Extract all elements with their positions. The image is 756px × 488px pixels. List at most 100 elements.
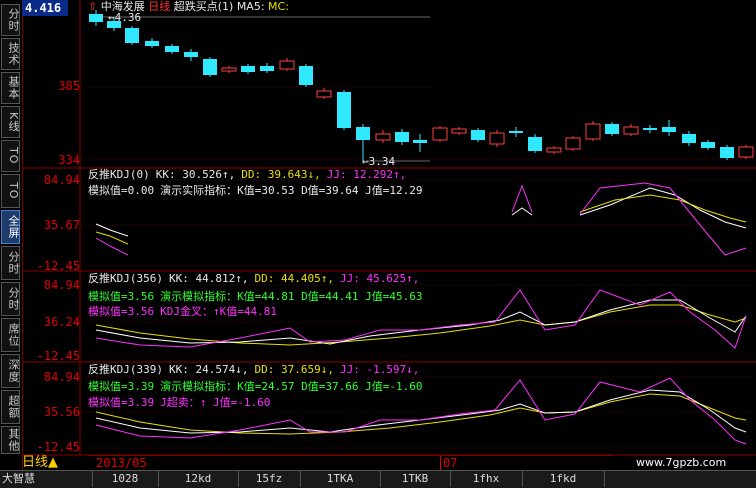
kdj-panel-1-header: 反推KDJ(0) KK: 30.526↑, DD: 39.643↓, JJ: 12.2… <box>88 168 412 181</box>
candle-body <box>471 130 485 140</box>
candlestick-series <box>89 10 754 162</box>
left-tab-7[interactable]: 全屏 <box>1 210 20 244</box>
candle-body <box>260 66 274 71</box>
candle-body <box>643 128 657 130</box>
dd-value: DD: 37.659↓, <box>254 363 334 376</box>
kdj-axis-label: 36.24 <box>43 315 80 329</box>
kdj-panel-2-header: 反推KDJ(356) KK: 44.812↑, DD: 44.405↑, JJ: 45… <box>88 272 425 285</box>
ma-label: MA5: <box>236 0 265 13</box>
candle-body <box>279 60 295 70</box>
candle-body <box>528 137 542 151</box>
kdj-panel-3-line3: 模拟值=3.39 J超卖：↑ J值=-1.60 <box>88 396 276 409</box>
mc-label: MC: <box>268 0 289 13</box>
kdj-panel-2-line2: 模拟值=3.56 演示模拟指标：K值=44.81 D值=44.41 J值=45.6… <box>88 290 428 303</box>
left-tab-9[interactable]: 分时 <box>1 282 20 316</box>
brand-tab[interactable]: 大智慧 <box>0 471 93 487</box>
left-tab-3[interactable]: 基本 <box>1 72 20 104</box>
kdj-axis-label: -12.45 <box>36 349 80 363</box>
left-tab-2[interactable]: 技术 <box>1 38 20 70</box>
j-line <box>579 182 747 256</box>
bottom-tab[interactable]: 1TKA <box>300 471 381 487</box>
bottom-tab[interactable]: 1fhx <box>450 471 523 487</box>
date-label: 07 <box>440 456 457 471</box>
left-tab-5[interactable]: TO <box>1 140 20 172</box>
candle-body <box>585 123 601 140</box>
dd-value: DD: 44.405↑, <box>254 272 334 285</box>
candle-body <box>165 46 179 52</box>
sim-indicator: 演示模拟指标：K值=44.81 D值=44.41 J值=45.63 <box>160 290 423 303</box>
up-arrow-icon: ⇧ <box>88 0 98 13</box>
signal-text: KDJ金叉：↑K值=44.81 <box>160 305 277 318</box>
candle-body <box>337 92 351 128</box>
day-line-toggle[interactable]: 日线▲ <box>22 455 58 470</box>
jj-value: JJ: -1.597↓, <box>339 363 420 376</box>
kdj-axis-label: 84.94 <box>43 278 80 292</box>
bottom-tab[interactable]: 1TKB <box>380 471 451 487</box>
kdj-axis-label: 35.67 <box>43 218 80 232</box>
date-axis: 2013/05 07 <box>88 455 613 471</box>
kdj-panel-3-line2: 模拟值=3.39 演示模拟指标：K值=24.57 D值=37.66 J值=-1.6… <box>88 380 428 393</box>
j-line <box>95 237 129 256</box>
d-line <box>579 194 747 223</box>
candle-body <box>89 14 103 22</box>
kdj-axis-label: 84.94 <box>43 173 80 187</box>
k-line <box>511 207 533 216</box>
left-tab-11[interactable]: 深度 <box>1 354 20 388</box>
kdj-axis-label: -12.45 <box>36 259 80 273</box>
low-price-label: ←3.34 <box>362 155 396 168</box>
candle-body <box>489 132 505 145</box>
kdj-axis-label: -12.45 <box>36 440 80 454</box>
d-line <box>95 231 129 245</box>
left-tab-13[interactable]: 其他 <box>1 426 20 454</box>
price-axis-label: 385 <box>58 79 80 93</box>
date-label: 2013/05 <box>96 456 147 470</box>
signal-text: J超卖：↑ J值=-1.60 <box>160 396 271 409</box>
jj-value: JJ: 12.292↑, <box>326 168 407 181</box>
kdj-panel-3-header: 反推KDJ(339) KK: 24.574↓, DD: 37.659↓, JJ: -1… <box>88 363 425 376</box>
bottom-tab[interactable]: 12kd <box>158 471 239 487</box>
bottom-tab[interactable]: 1028 <box>92 471 159 487</box>
left-tab-12[interactable]: 超额 <box>1 390 20 424</box>
candle-body <box>662 127 676 132</box>
candle-body <box>184 52 198 57</box>
kdj-axis-label: 35.56 <box>43 405 80 419</box>
candle-body <box>605 124 619 134</box>
candle-body <box>316 90 332 98</box>
kdj-name[interactable]: 反推KDJ(356) <box>88 272 163 285</box>
left-tab-4[interactable]: K线 <box>1 106 20 138</box>
candle-body <box>221 67 237 72</box>
candle-body <box>623 126 639 135</box>
left-tab-1[interactable]: 分时 <box>1 4 20 36</box>
kdj-name[interactable]: 反推KDJ(339) <box>88 363 163 376</box>
sim-indicator: 演示实际指标：K值=30.53 D值=39.64 J值=12.29 <box>160 184 423 197</box>
sim-value: 模拟值=0.00 <box>88 184 155 197</box>
kdj-panel-1-line2: 模拟值=0.00 演示实际指标：K值=30.53 D值=39.64 J值=12.2… <box>88 184 428 197</box>
candle-body <box>738 146 754 158</box>
bottom-tab[interactable]: 15fz <box>238 471 301 487</box>
candle-body <box>565 137 581 150</box>
left-tab-10[interactable]: 席位 <box>1 318 20 352</box>
price-axis-label: 334 <box>58 153 80 167</box>
period-label[interactable]: 日线 <box>148 0 170 13</box>
candle-body <box>395 132 409 142</box>
candle-body <box>375 133 391 141</box>
dd-value: DD: 39.643↓, <box>241 168 321 181</box>
candle-body <box>509 131 523 133</box>
kdj-panel-2-line3: 模拟值=3.56 KDJ金叉：↑K值=44.81 <box>88 305 283 318</box>
indicator-title: 超跌买点(1) <box>173 0 234 13</box>
candle-body <box>413 140 427 143</box>
left-tab-6[interactable]: TO <box>1 174 20 208</box>
kk-value: KK: 30.526↑, <box>155 168 236 181</box>
kk-value: KK: 24.574↓, <box>168 363 249 376</box>
sim-value: 模拟值=3.56 <box>88 305 155 318</box>
high-price-label: ←4.36 <box>108 11 142 24</box>
value-axis: 385 334 84.94 35.67 -12.45 84.94 36.24 -… <box>22 0 80 455</box>
left-tab-8[interactable]: 分时 <box>1 246 20 280</box>
left-tab-bar: 分时 技术 基本 K线 TO TO 全屏 分时 分时 席位 深度 超额 其他 <box>0 0 23 470</box>
candle-body <box>241 66 255 72</box>
bottom-tab[interactable]: 1fkd <box>522 471 605 487</box>
sim-value: 模拟值=3.56 <box>88 290 155 303</box>
kdj-axis-label: 84.94 <box>43 370 80 384</box>
kdj-name[interactable]: 反推KDJ(0) <box>88 168 150 181</box>
k-line <box>579 187 747 229</box>
